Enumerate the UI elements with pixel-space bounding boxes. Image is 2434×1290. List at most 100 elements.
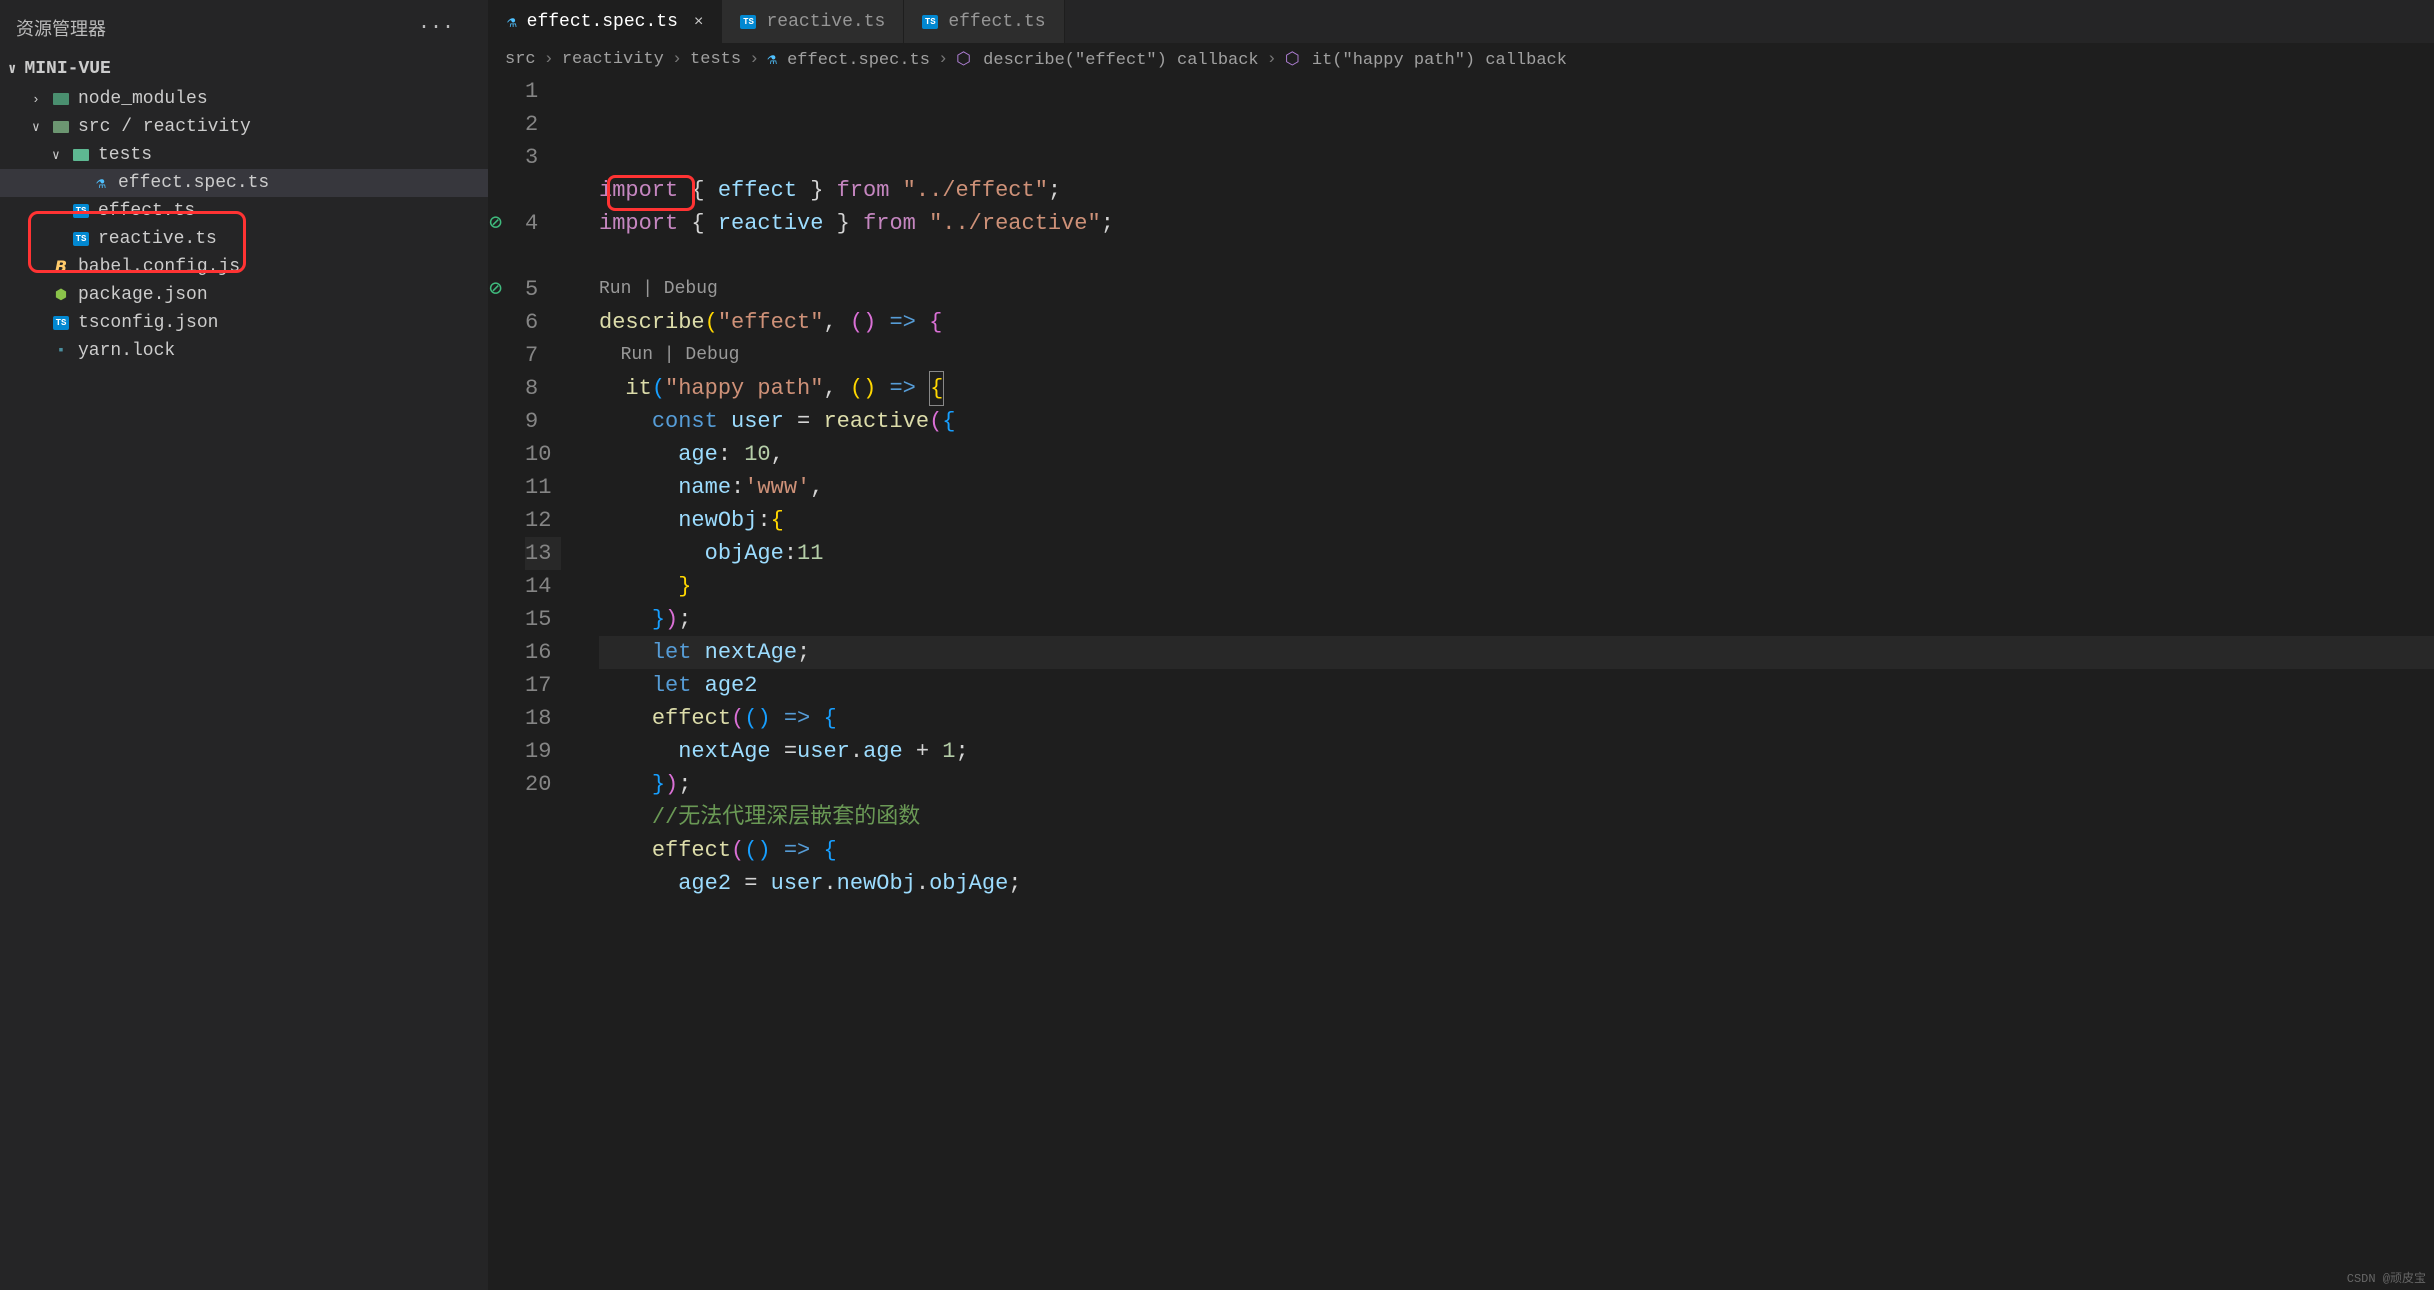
gutter-glyph: ⊘ — [489, 207, 525, 240]
tree-item-label: tests — [98, 145, 152, 165]
breadcrumb-segment[interactable]: ⬡ describe("effect") callback — [956, 49, 1259, 70]
project-label: MINI-VUE — [24, 59, 110, 79]
file-item[interactable]: TSreactive.ts — [0, 225, 488, 253]
gutter-glyph — [489, 372, 525, 405]
code-line[interactable]: newObj:{ — [599, 504, 2434, 537]
tab-label: reactive.ts — [766, 12, 885, 32]
codelens[interactable]: Run | Debug — [599, 339, 2434, 372]
file-item[interactable]: ⚗effect.spec.ts — [0, 169, 488, 197]
folder-item[interactable]: ∨tests — [0, 141, 488, 169]
code-line[interactable]: effect(() => { — [599, 702, 2434, 735]
gutter-glyph — [489, 504, 525, 537]
symbol-icon: ⬡ — [956, 51, 971, 70]
code-line[interactable]: objAge:11 — [599, 537, 2434, 570]
json-icon: ⬢ — [50, 287, 72, 304]
breadcrumb-segment[interactable]: reactivity — [562, 50, 664, 69]
file-item[interactable]: ▪ yarn.lock — [0, 337, 488, 365]
code-line[interactable]: const user = reactive({ — [599, 405, 2434, 438]
tree-item-label: package.json — [78, 285, 208, 305]
tree-item-label: effect.spec.ts — [118, 173, 269, 193]
file-item[interactable]: ⬢ package.json — [0, 281, 488, 309]
close-icon[interactable]: × — [694, 13, 704, 31]
tree-item-label: tsconfig.json — [78, 313, 218, 333]
breadcrumb-segment[interactable]: tests — [690, 50, 741, 69]
flask-icon: ⚗ — [767, 51, 777, 69]
chevron-icon: ∨ — [32, 120, 50, 135]
code-line[interactable]: it("happy path", () => { — [599, 372, 2434, 405]
breadcrumb-segment[interactable]: ⬡ it("happy path") callback — [1285, 49, 1567, 70]
js-icon: 𝘽 — [50, 257, 72, 277]
code-line[interactable]: } — [599, 570, 2434, 603]
gutter-glyph — [489, 702, 525, 735]
editor-main: ⚗ effect.spec.ts × TS reactive.ts TSeffect.ts… — [489, 0, 2434, 1290]
ts-icon: TS — [740, 15, 756, 29]
gutter-glyph — [489, 75, 525, 108]
code-line[interactable]: age2 = user.newObj.objAge; — [599, 867, 2434, 900]
code-line[interactable]: import { reactive } from "../reactive"; — [599, 207, 2434, 240]
file-icon: ▪ — [50, 343, 72, 359]
ts-icon: TS — [50, 316, 72, 330]
line-number: 7 — [525, 339, 561, 372]
gutter-glyph — [489, 636, 525, 669]
line-number: 8 — [525, 372, 561, 405]
file-tree: › node_modules ∨ src / reactivity ∨tests⚗eff… — [0, 83, 488, 1290]
code-line[interactable]: let nextAge; — [599, 636, 2434, 669]
breadcrumb-segment[interactable]: src — [505, 50, 536, 69]
folder-item[interactable]: › node_modules — [0, 85, 488, 113]
editor[interactable]: ⊘ ⊘ 123 4 567891011121314151617181920 im… — [489, 75, 2434, 1290]
line-number: 10 — [525, 438, 561, 471]
folder-item[interactable]: ∨ src / reactivity — [0, 113, 488, 141]
line-number: 20 — [525, 768, 561, 801]
tree-item-label: babel.config.js — [78, 257, 240, 277]
code-line[interactable]: }); — [599, 603, 2434, 636]
line-number: 6 — [525, 306, 561, 339]
file-item[interactable]: 𝘽babel.config.js — [0, 253, 488, 281]
code-line[interactable]: //无法代理深层嵌套的函数 — [599, 801, 2434, 834]
file-item[interactable]: TS tsconfig.json — [0, 309, 488, 337]
breadcrumb[interactable]: src›reactivity›tests›⚗ effect.spec.ts›⬡ … — [489, 44, 2434, 75]
chevron-right-icon: › — [672, 50, 682, 69]
gutter-glyph — [489, 108, 525, 141]
codelens[interactable]: Run | Debug — [599, 273, 2434, 306]
code-line[interactable] — [599, 240, 2434, 273]
gutter-glyph — [489, 570, 525, 603]
chevron-icon: › — [32, 92, 50, 107]
more-icon[interactable]: ··· — [400, 12, 472, 43]
chevron-right-icon: › — [938, 50, 948, 69]
gutter-glyph — [489, 141, 525, 174]
ts-icon: TS — [70, 232, 92, 246]
line-number: 3 — [525, 141, 561, 174]
code-line[interactable]: name:'www', — [599, 471, 2434, 504]
editor-tab[interactable]: TS reactive.ts — [722, 0, 904, 43]
watermark: CSDN @顽皮宝 — [2347, 1269, 2426, 1286]
gutter-glyph — [489, 471, 525, 504]
line-number: 16 — [525, 636, 561, 669]
file-item[interactable]: TSeffect.ts — [0, 197, 488, 225]
folder-icon — [70, 149, 92, 161]
tab-label: effect.spec.ts — [527, 12, 678, 32]
code-line[interactable]: import { effect } from "../effect"; — [599, 174, 2434, 207]
code-line[interactable]: }); — [599, 768, 2434, 801]
code-line[interactable]: let age2 — [599, 669, 2434, 702]
tree-item-label: node_modules — [78, 89, 208, 109]
line-numbers: 123 4 567891011121314151617181920 — [525, 75, 571, 1290]
tree-item-label: src / reactivity — [78, 117, 251, 137]
editor-tab[interactable]: ⚗effect.spec.ts× — [489, 0, 722, 43]
gutter-column: ⊘ ⊘ — [489, 75, 525, 1290]
gutter-glyph — [489, 768, 525, 801]
project-root[interactable]: MINI-VUE — [0, 55, 488, 83]
line-number: 9 — [525, 405, 561, 438]
line-number: 18 — [525, 702, 561, 735]
code-line[interactable]: age: 10, — [599, 438, 2434, 471]
code-line[interactable]: effect(() => { — [599, 834, 2434, 867]
tree-item-label: yarn.lock — [78, 341, 175, 361]
line-number: 17 — [525, 669, 561, 702]
line-number: 4 — [525, 207, 561, 240]
code-line[interactable]: describe("effect", () => { — [599, 306, 2434, 339]
editor-tab[interactable]: TSeffect.ts — [904, 0, 1064, 43]
breadcrumb-segment[interactable]: ⚗ effect.spec.ts — [767, 49, 930, 70]
code-area[interactable]: import { effect } from "../effect";impor… — [571, 75, 2434, 1290]
chevron-right-icon: › — [544, 50, 554, 69]
code-line[interactable]: nextAge =user.age + 1; — [599, 735, 2434, 768]
ts-icon: TS — [70, 204, 92, 218]
